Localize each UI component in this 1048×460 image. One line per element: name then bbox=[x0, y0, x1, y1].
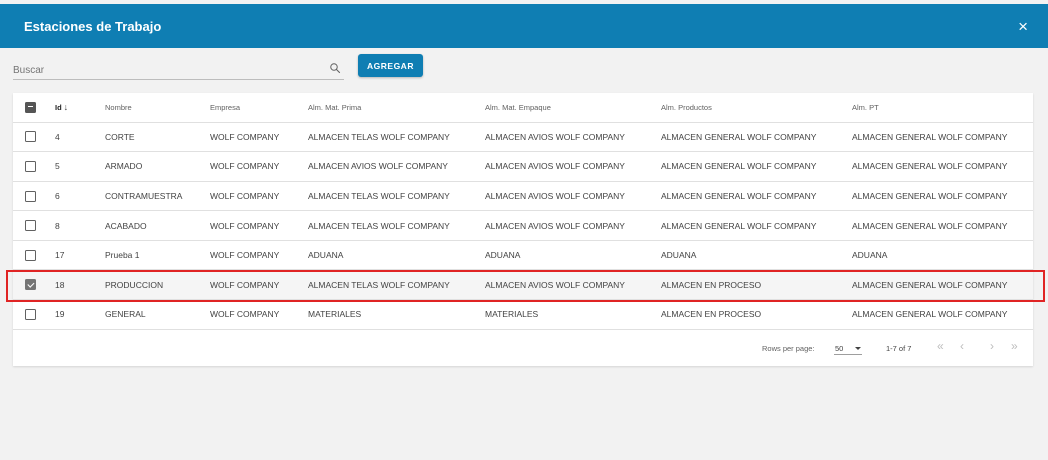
row-checkbox[interactable] bbox=[25, 308, 36, 320]
cell-nombre: GENERAL bbox=[105, 299, 210, 330]
cell-mat-prima: ALMACEN TELAS WOLF COMPANY bbox=[308, 269, 485, 301]
pagination-range: 1-7 of 7 bbox=[886, 344, 912, 353]
table-header-row: Id ↓ Nombre Empresa Alm. Mat. Prima Alm. … bbox=[13, 93, 1033, 123]
cell-pt: ALMACEN GENERAL WOLF COMPANY bbox=[852, 151, 1033, 182]
rows-per-page-value: 50 bbox=[835, 344, 844, 353]
column-header-empresa[interactable]: Empresa bbox=[210, 93, 308, 123]
sort-arrow-down-icon[interactable]: ↓ bbox=[64, 102, 69, 112]
table-row[interactable]: 19 GENERAL WOLF COMPANY MATERIALES MATERIALE… bbox=[13, 299, 1033, 330]
cell-id: 6 bbox=[55, 181, 105, 212]
column-header-productos[interactable]: Alm. Productos bbox=[661, 93, 852, 123]
table-row[interactable]: 6 CONTRAMUESTRA WOLF COMPANY ALMACEN TELAS … bbox=[13, 181, 1033, 212]
workstations-table: Id ↓ Nombre Empresa Alm. Mat. Prima Alm. … bbox=[13, 93, 1033, 330]
cell-pt: ALMACEN GENERAL WOLF COMPANY bbox=[852, 269, 1033, 301]
column-header-mat-prima[interactable]: Alm. Mat. Prima bbox=[308, 93, 485, 123]
column-header-nombre[interactable]: Nombre bbox=[105, 93, 210, 123]
rows-per-page-select[interactable]: 50 bbox=[834, 341, 862, 355]
cell-productos: ALMACEN GENERAL WOLF COMPANY bbox=[661, 151, 852, 182]
column-header-mat-empaque[interactable]: Alm. Mat. Empaque bbox=[485, 93, 661, 123]
cell-pt: ALMACEN GENERAL WOLF COMPANY bbox=[852, 122, 1033, 153]
cell-id: 18 bbox=[55, 269, 105, 301]
cell-productos: ALMACEN GENERAL WOLF COMPANY bbox=[661, 181, 852, 212]
cell-mat-empaque: ALMACEN AVIOS WOLF COMPANY bbox=[485, 122, 661, 153]
cell-empresa: WOLF COMPANY bbox=[210, 181, 308, 212]
cell-nombre: ARMADO bbox=[105, 151, 210, 182]
row-checkbox-cell bbox=[13, 181, 55, 212]
row-checkbox-cell bbox=[13, 122, 55, 153]
column-header-pt[interactable]: Alm. PT bbox=[852, 93, 1033, 123]
cell-id: 19 bbox=[55, 299, 105, 330]
cell-id: 8 bbox=[55, 210, 105, 241]
cell-empresa: WOLF COMPANY bbox=[210, 210, 308, 241]
row-checkbox[interactable] bbox=[25, 220, 36, 232]
cell-id: 4 bbox=[55, 122, 105, 153]
cell-empresa: WOLF COMPANY bbox=[210, 122, 308, 153]
cell-pt: ALMACEN GENERAL WOLF COMPANY bbox=[852, 181, 1033, 212]
row-checkbox[interactable] bbox=[25, 161, 36, 173]
table-row[interactable]: 4 CORTE WOLF COMPANY ALMACEN TELAS WOLF COM… bbox=[13, 122, 1033, 153]
add-button[interactable]: AGREGAR bbox=[358, 54, 423, 77]
cell-empresa: WOLF COMPANY bbox=[210, 269, 308, 301]
cell-nombre: CORTE bbox=[105, 122, 210, 153]
workstations-table-card: Id ↓ Nombre Empresa Alm. Mat. Prima Alm. … bbox=[13, 93, 1033, 366]
cell-pt: ALMACEN GENERAL WOLF COMPANY bbox=[852, 299, 1033, 330]
table-row[interactable]: 5 ARMADO WOLF COMPANY ALMACEN AVIOS WOLF CO… bbox=[13, 151, 1033, 182]
cell-mat-prima: ALMACEN TELAS WOLF COMPANY bbox=[308, 210, 485, 241]
cell-nombre: PRODUCCION bbox=[105, 269, 210, 301]
row-checkbox[interactable] bbox=[25, 249, 36, 261]
cell-mat-prima: ADUANA bbox=[308, 240, 485, 271]
cell-mat-prima: ALMACEN TELAS WOLF COMPANY bbox=[308, 122, 485, 153]
select-all-checkbox[interactable] bbox=[25, 101, 36, 113]
row-checkbox[interactable] bbox=[25, 190, 36, 202]
cell-mat-empaque: MATERIALES bbox=[485, 299, 661, 330]
cell-mat-empaque: ALMACEN AVIOS WOLF COMPANY bbox=[485, 151, 661, 182]
table-row[interactable]: 17 Prueba 1 WOLF COMPANY ADUANA ADUANA ADUANA… bbox=[13, 240, 1033, 271]
cell-empresa: WOLF COMPANY bbox=[210, 151, 308, 182]
column-header-id[interactable]: Id ↓ bbox=[55, 93, 105, 123]
cell-mat-prima: ALMACEN AVIOS WOLF COMPANY bbox=[308, 151, 485, 182]
close-icon[interactable]: × bbox=[1018, 4, 1028, 50]
cell-productos: ALMACEN GENERAL WOLF COMPANY bbox=[661, 122, 852, 153]
cell-productos: ALMACEN EN PROCESO bbox=[661, 269, 852, 301]
dropdown-arrow-icon bbox=[855, 347, 861, 350]
dialog-header: Estaciones de Trabajo × bbox=[0, 4, 1048, 48]
cell-mat-empaque: ADUANA bbox=[485, 240, 661, 271]
row-checkbox-cell bbox=[13, 240, 55, 271]
cell-pt: ADUANA bbox=[852, 240, 1033, 271]
last-page-icon[interactable]: » bbox=[1011, 339, 1018, 353]
cell-mat-empaque: ALMACEN AVIOS WOLF COMPANY bbox=[485, 269, 661, 301]
cell-mat-prima: MATERIALES bbox=[308, 299, 485, 330]
cell-productos: ALMACEN GENERAL WOLF COMPANY bbox=[661, 210, 852, 241]
cell-productos: ADUANA bbox=[661, 240, 852, 271]
next-page-icon[interactable]: › bbox=[990, 339, 994, 353]
row-checkbox[interactable] bbox=[25, 279, 36, 291]
dialog-title: Estaciones de Trabajo bbox=[24, 19, 162, 34]
row-checkbox[interactable] bbox=[25, 131, 36, 143]
row-checkbox-cell bbox=[13, 151, 55, 182]
cell-empresa: WOLF COMPANY bbox=[210, 240, 308, 271]
cell-nombre: ACABADO bbox=[105, 210, 210, 241]
table-row[interactable]: 18 PRODUCCION WOLF COMPANY ALMACEN TELAS WO… bbox=[13, 269, 1033, 301]
search-icon[interactable] bbox=[329, 62, 341, 74]
cell-nombre: CONTRAMUESTRA bbox=[105, 181, 210, 212]
cell-id: 5 bbox=[55, 151, 105, 182]
cell-nombre: Prueba 1 bbox=[105, 240, 210, 271]
cell-pt: ALMACEN GENERAL WOLF COMPANY bbox=[852, 210, 1033, 241]
cell-productos: ALMACEN EN PROCESO bbox=[661, 299, 852, 330]
table-row[interactable]: 8 ACABADO WOLF COMPANY ALMACEN TELAS WOLF C… bbox=[13, 210, 1033, 241]
search-input[interactable] bbox=[13, 61, 313, 80]
cell-empresa: WOLF COMPANY bbox=[210, 299, 308, 330]
row-checkbox-cell bbox=[13, 210, 55, 241]
rows-per-page-label: Rows per page: bbox=[762, 344, 815, 353]
prev-page-icon[interactable]: ‹ bbox=[960, 339, 964, 353]
table-pagination: Rows per page: 50 1-7 of 7 « ‹ › » bbox=[13, 333, 1033, 366]
cell-mat-empaque: ALMACEN AVIOS WOLF COMPANY bbox=[485, 181, 661, 212]
row-checkbox-cell bbox=[13, 299, 55, 330]
first-page-icon[interactable]: « bbox=[937, 339, 944, 353]
cell-id: 17 bbox=[55, 240, 105, 271]
row-checkbox-cell bbox=[13, 269, 55, 301]
cell-mat-prima: ALMACEN TELAS WOLF COMPANY bbox=[308, 181, 485, 212]
cell-mat-empaque: ALMACEN AVIOS WOLF COMPANY bbox=[485, 210, 661, 241]
search-field bbox=[13, 60, 344, 80]
